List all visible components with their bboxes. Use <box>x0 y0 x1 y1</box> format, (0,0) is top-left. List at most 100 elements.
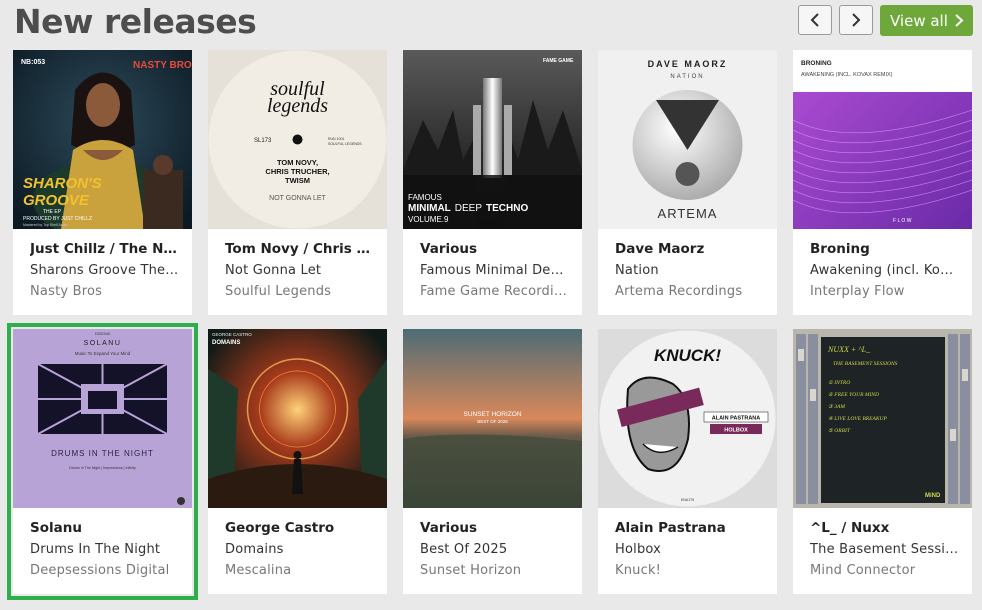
section-header: New releases View all <box>0 0 982 44</box>
cover-image: FAME GAME FAMOUS MINIMAL DEEP TECHNO VOLUM… <box>403 50 582 229</box>
section-title: New releases <box>14 2 257 41</box>
svg-text:AWAKENING (INCL. KOVAX REMIX): AWAKENING (INCL. KOVAX REMIX) <box>801 72 893 78</box>
svg-text:FAMOUS: FAMOUS <box>408 193 442 202</box>
svg-text:TWISM: TWISM <box>285 176 310 185</box>
svg-text:MINIMALDEEPTECHNO: MINIMAL DEEP TECHNO <box>408 203 528 214</box>
cover-art[interactable]: SUNSET HORIZON BEST OF 2025 <box>403 329 582 508</box>
svg-text:① INTRO: ① INTRO <box>828 379 850 386</box>
release-artist[interactable]: Broning <box>810 241 960 258</box>
svg-text:SOULFUL LEGENDS: SOULFUL LEGENDS <box>328 142 362 146</box>
cover-art[interactable]: NB:053 NASTY BROS SHARON'S GROOVE THE EP… <box>13 50 192 229</box>
svg-text:DSD340: DSD340 <box>95 331 111 336</box>
release-artist[interactable]: ^L_ / Nuxx <box>810 520 960 537</box>
svg-text:NOT GONNA LET: NOT GONNA LET <box>269 195 326 202</box>
cover-art[interactable]: KNUCK! ALAIN PASTRANA HOLBOX KNU179 <box>598 329 777 508</box>
chevron-left-icon <box>810 13 819 27</box>
svg-text:legends: legends <box>267 95 328 117</box>
svg-text:NB:053: NB:053 <box>21 59 45 66</box>
release-label[interactable]: Sunset Horizon <box>420 562 570 579</box>
release-title[interactable]: Sharons Groove The EP <box>30 262 180 279</box>
release-label[interactable]: Mescalina <box>225 562 375 579</box>
release-card[interactable]: FAME GAME FAMOUS MINIMAL DEEP TECHNO VOLUM… <box>403 50 582 315</box>
cover-art[interactable]: DAVE MAORZ NATION ARTEMA <box>598 50 777 229</box>
cover-image: DAVE MAORZ NATION ARTEMA <box>598 50 777 229</box>
svg-text:NASTY BROS: NASTY BROS <box>133 60 192 71</box>
release-label[interactable]: Fame Game Recordings <box>420 283 570 300</box>
release-card[interactable]: BRONING AWAKENING (INCL. KOVAX REMIX) F … <box>793 50 972 315</box>
svg-text:DAVE MAORZ: DAVE MAORZ <box>648 59 728 69</box>
svg-text:SOLANU: SOLANU <box>84 340 122 347</box>
release-card[interactable]: GEORGE CASTRO DOMAINS George Castro Doma… <box>208 329 387 594</box>
release-title[interactable]: Holbox <box>615 541 765 558</box>
cover-art[interactable]: DSD340 SOLANU Music To Expand Your Mind … <box>13 329 192 508</box>
svg-text:SUNSET HORIZON: SUNSET HORIZON <box>463 411 521 418</box>
svg-text:THE BASEMENT SESSIONS: THE BASEMENT SESSIONS <box>833 361 898 367</box>
svg-text:SL173: SL173 <box>254 138 272 144</box>
release-title[interactable]: Famous Minimal Deep Techno Volume.9 <box>420 262 570 279</box>
release-card[interactable]: soulful legends SL173 RUN 1001 SOULFUL L… <box>208 50 387 315</box>
release-card[interactable]: SUNSET HORIZON BEST OF 2025 Various Best… <box>403 329 582 594</box>
cover-image: BRONING AWAKENING (INCL. KOVAX REMIX) F … <box>793 50 972 229</box>
release-artist[interactable]: Various <box>420 241 570 258</box>
release-title[interactable]: Awakening (incl. Kovax Remix) <box>810 262 960 279</box>
svg-text:THE EP: THE EP <box>43 209 62 215</box>
cover-image: soulful legends SL173 RUN 1001 SOULFUL L… <box>208 50 387 229</box>
release-label[interactable]: Soulful Legends <box>225 283 375 300</box>
release-label[interactable]: Nasty Bros <box>30 283 180 300</box>
cover-art[interactable]: BRONING AWAKENING (INCL. KOVAX REMIX) F … <box>793 50 972 229</box>
release-card[interactable]: NB:053 NASTY BROS SHARON'S GROOVE THE EP… <box>13 50 192 315</box>
previous-button[interactable] <box>798 5 832 35</box>
cover-art[interactable]: FAME GAME FAMOUS MINIMAL DEEP TECHNO VOLUM… <box>403 50 582 229</box>
release-title[interactable]: Domains <box>225 541 375 558</box>
release-artist[interactable]: Alain Pastrana <box>615 520 765 537</box>
svg-text:FAME GAME: FAME GAME <box>543 58 574 64</box>
release-label[interactable]: Knuck! <box>615 562 765 579</box>
svg-text:BRONING: BRONING <box>801 60 832 67</box>
release-card[interactable]: KNUCK! ALAIN PASTRANA HOLBOX KNU179 Alai… <box>598 329 777 594</box>
release-title[interactable]: Nation <box>615 262 765 279</box>
svg-text:SHARON'S: SHARON'S <box>23 175 102 192</box>
release-title[interactable]: Not Gonna Let <box>225 262 375 279</box>
cover-art[interactable]: NUXX + ^L_ THE BASEMENT SESSIONS ① INTRO… <box>793 329 972 508</box>
svg-text:MiND: MiND <box>925 493 941 499</box>
svg-text:KNU179: KNU179 <box>681 498 694 502</box>
svg-text:ALAIN PASTRANA: ALAIN PASTRANA <box>712 416 761 422</box>
release-title[interactable]: The Basement Sessions <box>810 541 960 558</box>
release-artist[interactable]: Solanu <box>30 520 180 537</box>
svg-text:DRUMS IN THE NIGHT: DRUMS IN THE NIGHT <box>51 449 154 458</box>
svg-text:Drums In The Night | Impressio: Drums In The Night | Impressions | Infin… <box>69 466 136 470</box>
view-all-button[interactable]: View all <box>880 5 973 36</box>
release-label[interactable]: Artema Recordings <box>615 283 765 300</box>
svg-text:④ LIVE LOVE BREAKUP: ④ LIVE LOVE BREAKUP <box>828 415 887 422</box>
chevron-right-icon <box>852 13 861 27</box>
release-artist[interactable]: Just Chillz / The Nasty Bros <box>30 241 180 258</box>
release-artist[interactable]: Tom Novy / Chris Trucher, Twism <box>225 241 375 258</box>
cover-art[interactable]: soulful legends SL173 RUN 1001 SOULFUL L… <box>208 50 387 229</box>
next-button[interactable] <box>839 5 873 35</box>
release-artist[interactable]: Various <box>420 520 570 537</box>
svg-text:⑤ ORBIT: ⑤ ORBIT <box>828 427 851 434</box>
svg-text:ARTEMA: ARTEMA <box>658 206 718 221</box>
svg-text:KNUCK!: KNUCK! <box>654 346 721 365</box>
release-artist[interactable]: Dave Maorz <box>615 241 765 258</box>
release-title[interactable]: Best Of 2025 <box>420 541 570 558</box>
cover-image: NB:053 NASTY BROS SHARON'S GROOVE THE EP… <box>13 50 192 229</box>
svg-text:Mastered by Top Shelf Audio: Mastered by Top Shelf Audio <box>23 223 68 227</box>
release-card[interactable]: NUXX + ^L_ THE BASEMENT SESSIONS ① INTRO… <box>793 329 972 594</box>
svg-text:② FREE YOUR MIND: ② FREE YOUR MIND <box>828 391 879 398</box>
release-label[interactable]: Deepsessions Digital <box>30 562 180 579</box>
svg-text:CHRIS TRUCHER,: CHRIS TRUCHER, <box>265 167 329 176</box>
svg-text:DOMAINS: DOMAINS <box>212 340 240 346</box>
cover-image: GEORGE CASTRO DOMAINS <box>208 329 387 508</box>
svg-text:GROOVE: GROOVE <box>23 192 90 209</box>
release-title[interactable]: Drums In The Night <box>30 541 180 558</box>
cover-image: KNUCK! ALAIN PASTRANA HOLBOX KNU179 <box>598 329 777 508</box>
release-card[interactable]: DSD340 SOLANU Music To Expand Your Mind … <box>7 323 198 600</box>
cover-image: DSD340 SOLANU Music To Expand Your Mind … <box>13 329 192 508</box>
release-label[interactable]: Interplay Flow <box>810 283 960 300</box>
cover-art[interactable]: GEORGE CASTRO DOMAINS <box>208 329 387 508</box>
release-artist[interactable]: George Castro <box>225 520 375 537</box>
release-label[interactable]: Mind Connector <box>810 562 960 579</box>
view-all-label: View all <box>890 11 948 30</box>
release-card[interactable]: DAVE MAORZ NATION ARTEMA Dave Maorz Nati… <box>598 50 777 315</box>
